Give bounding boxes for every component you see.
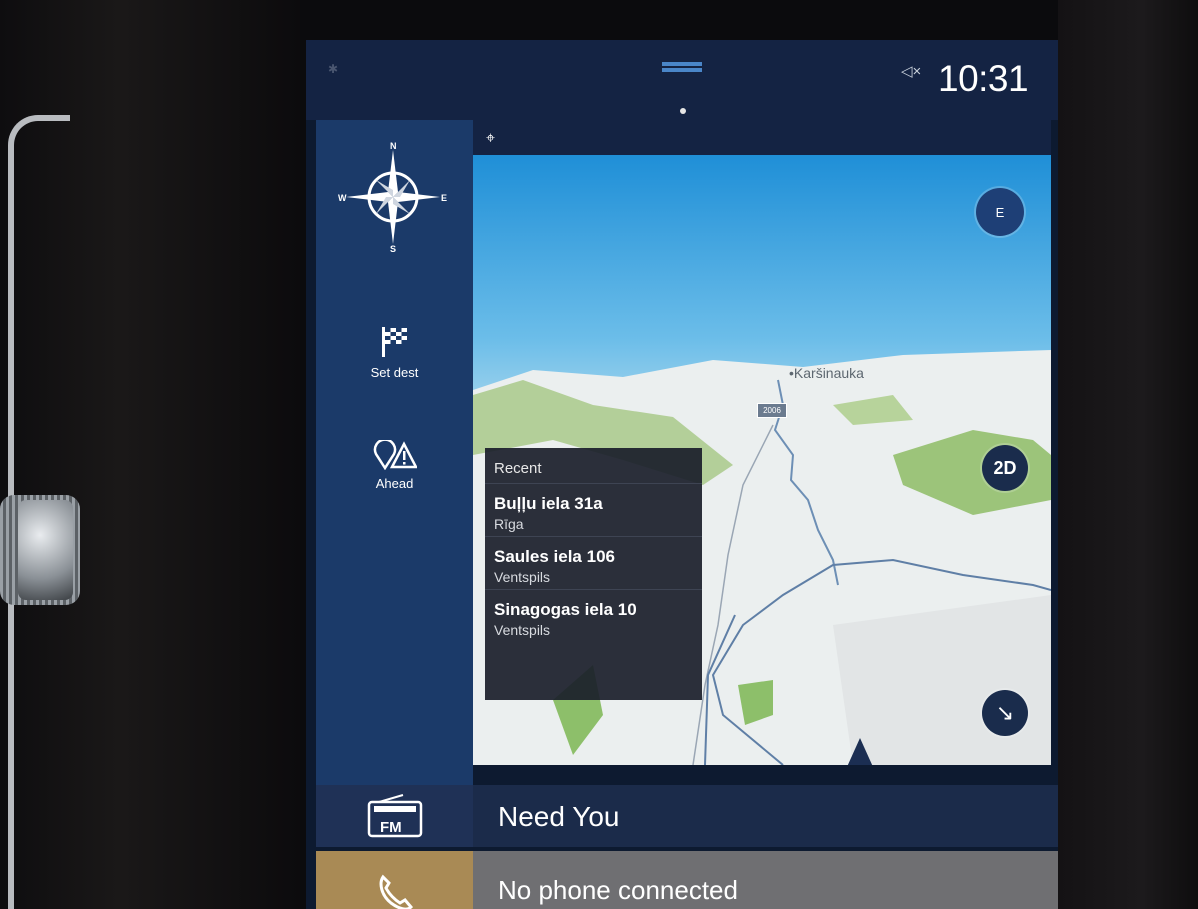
phone-icon bbox=[379, 874, 414, 909]
recent-item[interactable]: Sinagogas iela 10 Ventspils bbox=[485, 590, 702, 643]
expand-map-button[interactable]: ↘ bbox=[982, 690, 1028, 736]
media-tile[interactable]: FM Need You bbox=[316, 785, 1058, 847]
phone-icon-cell[interactable] bbox=[316, 851, 473, 909]
set-destination-label: Set dest bbox=[370, 365, 419, 380]
nav-sidebar: N E S W Set dest Ahead bbox=[316, 120, 473, 810]
set-destination-button[interactable]: Set dest bbox=[316, 325, 473, 380]
page-indicator-dot bbox=[680, 108, 686, 114]
compass-e: E bbox=[441, 193, 447, 203]
ahead-label: Ahead bbox=[375, 476, 414, 491]
recent-city: Ventspils bbox=[494, 622, 551, 638]
recent-title: Recent bbox=[485, 448, 702, 484]
compass-w: W bbox=[338, 193, 347, 203]
bluetooth-icon: ✱ bbox=[328, 62, 339, 76]
arrow-down-right-icon: ↘ bbox=[995, 700, 1015, 725]
map-place-label: •Karšinauka bbox=[789, 365, 864, 381]
infotainment-screen: ✱ ◁× 10:31 ⌖ N E S W Set dest Ahead •Kar… bbox=[306, 40, 1058, 909]
pin-warning-icon bbox=[373, 440, 417, 470]
now-playing-title: Need You bbox=[498, 801, 620, 832]
compass-icon[interactable]: N E S W bbox=[338, 141, 448, 257]
speaker-muted-icon: ◁× bbox=[901, 63, 922, 80]
heading-label: E bbox=[995, 204, 1005, 220]
view-mode-label: 2D bbox=[993, 457, 1017, 478]
recent-street: Saules iela 106 bbox=[494, 547, 615, 566]
vehicle-position-icon bbox=[842, 738, 878, 765]
view-mode-button[interactable]: 2D bbox=[982, 445, 1028, 491]
status-bar: ✱ ◁× 10:31 bbox=[306, 40, 1058, 120]
recent-street: Buļļu iela 31a bbox=[494, 494, 603, 513]
pull-down-handle[interactable] bbox=[662, 62, 702, 66]
clock: 10:31 bbox=[938, 58, 1029, 99]
checkered-flag-icon bbox=[381, 327, 407, 357]
recent-street: Sinagogas iela 10 bbox=[494, 600, 637, 619]
heading-button[interactable]: E bbox=[976, 188, 1024, 236]
recent-city: Ventspils bbox=[494, 569, 551, 585]
map-header-strip bbox=[473, 120, 1051, 155]
fm-label: FM bbox=[380, 819, 402, 836]
ahead-button[interactable]: Ahead bbox=[316, 440, 473, 491]
locate-icon[interactable]: ⌖ bbox=[486, 130, 495, 148]
recent-city: Rīga bbox=[494, 516, 524, 532]
fm-radio-icon: FM bbox=[367, 794, 423, 838]
road-number-badge: 2006 bbox=[757, 403, 787, 418]
recent-destinations-panel: Recent Buļļu iela 31a Rīga Saules iela 1… bbox=[485, 448, 702, 700]
recent-item[interactable]: Buļļu iela 31a Rīga bbox=[485, 484, 702, 537]
recent-item[interactable]: Saules iela 106 Ventspils bbox=[485, 537, 702, 590]
phone-tile[interactable]: No phone connected bbox=[316, 851, 1058, 909]
compass-s: S bbox=[390, 244, 396, 252]
media-source-cell[interactable]: FM bbox=[316, 785, 473, 847]
phone-status: No phone connected bbox=[498, 875, 738, 905]
volume-knob-cap[interactable] bbox=[18, 500, 73, 600]
compass-n: N bbox=[390, 142, 397, 151]
dashboard-right-trim bbox=[1058, 0, 1198, 909]
